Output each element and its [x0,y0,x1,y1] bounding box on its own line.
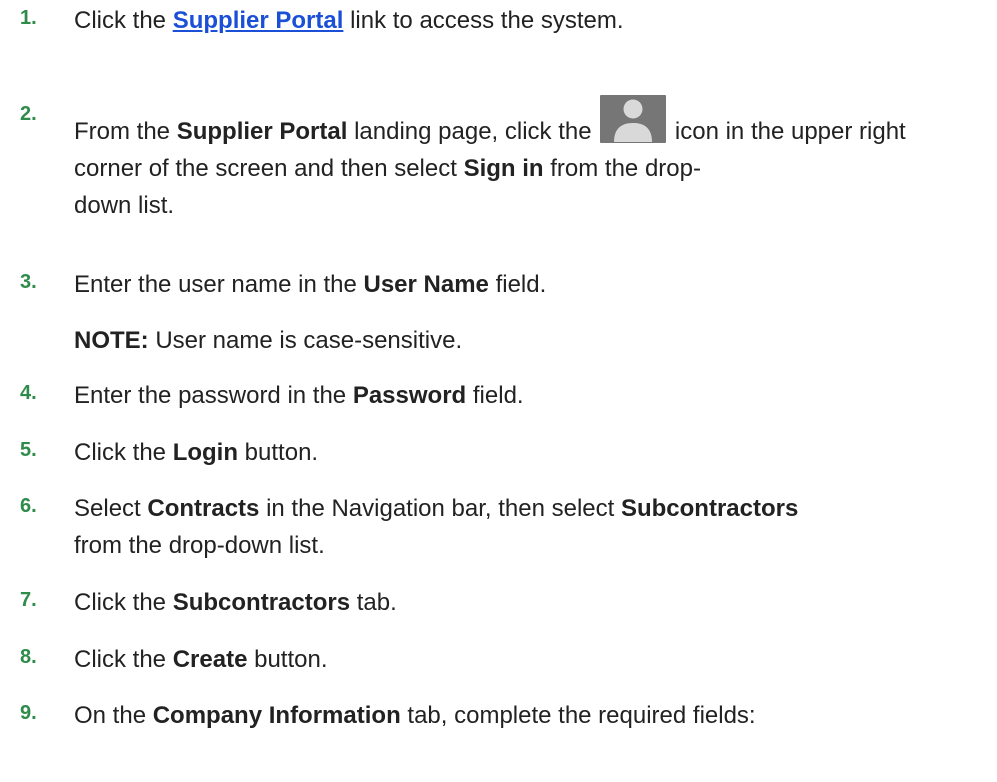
step-number: 6. [20,495,37,517]
note: NOTE: User name is case-sensitive. [74,322,462,359]
user-icon [600,95,667,143]
step-text: Click the Supplier Portal link to access… [74,7,624,34]
step-number: 2. [20,103,37,125]
step-number: 7. [20,589,37,611]
step-text: Click the Create button. [74,646,328,673]
note-text: User name is case-sensitive. [148,327,463,354]
step-text: From the Supplier Portal landing page, c… [74,95,979,224]
step-number: 1. [20,7,37,29]
step-text: Click the Subcontractors tab. [74,589,397,616]
instruction-document: 1. Click the Supplier Portal link to acc… [0,0,997,782]
step-number: 9. [20,702,37,724]
step-text: Select Contracts in the Navigation bar, … [74,495,799,559]
step-number: 5. [20,439,37,461]
supplier-portal-link[interactable]: Supplier Portal [173,7,344,34]
step-text: Click the Login button. [74,439,319,466]
step-text: Enter the user name in the User Name fie… [74,271,547,298]
step-number: 4. [20,382,37,404]
step-text: On the Company Information tab, complete… [74,702,756,729]
step-number: 8. [20,646,37,668]
step-number: 3. [20,271,37,293]
note-label: NOTE: [74,327,149,354]
step-text: Enter the password in the Password field… [74,382,524,409]
